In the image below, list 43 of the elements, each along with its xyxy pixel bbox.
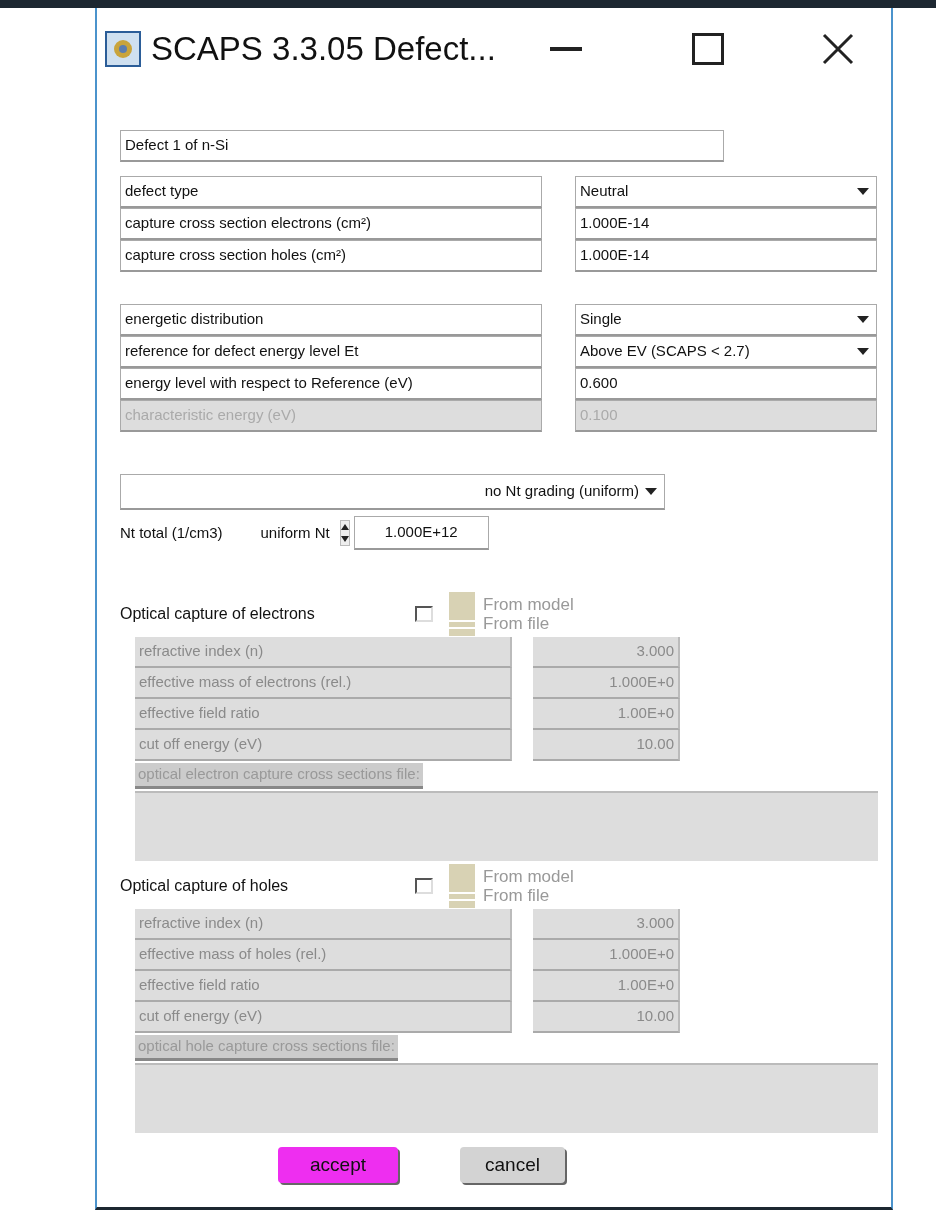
input-field[interactable]: 1.000E-14	[575, 240, 877, 272]
parameter-label: effective field ratio	[135, 971, 512, 1002]
dropdown[interactable]: Above EV (SCAPS < 2.7)	[575, 336, 877, 368]
input-field[interactable]: 1.000E+12	[353, 516, 489, 550]
app-icon	[105, 31, 141, 67]
parameter-label: effective mass of holes (rel.)	[135, 940, 512, 971]
input-field[interactable]: 1.000E-14	[575, 208, 877, 240]
cancel-button[interactable]: cancel	[460, 1147, 565, 1183]
parameter-label: cut off energy (eV)	[135, 1002, 512, 1033]
parameter-label: effective field ratio	[135, 699, 512, 730]
caret-icon	[857, 348, 869, 355]
parameter-label: energy level with respect to Reference (eV)	[120, 368, 542, 400]
caret-icon	[857, 316, 869, 323]
caret-icon	[857, 188, 869, 195]
parameter-label: refractive index (n)	[135, 909, 512, 940]
option-label: From file	[483, 614, 551, 633]
parameter-label: energetic distribution	[120, 304, 542, 336]
option-label: From model	[483, 595, 574, 614]
parameter-label: capture cross section holes (cm²)	[120, 240, 542, 272]
option-label: From file	[483, 886, 551, 905]
close-icon	[822, 33, 854, 65]
section-title: Optical capture of electrons	[120, 604, 316, 624]
accept-button[interactable]: accept	[278, 1147, 398, 1183]
parameter-label: reference for defect energy level Et	[120, 336, 542, 368]
parameter-label: effective mass of electrons (rel.)	[135, 668, 512, 699]
spinner-icon[interactable]	[339, 520, 350, 546]
caret-icon	[645, 488, 657, 495]
parameter-label: defect type	[120, 176, 542, 208]
dropdown[interactable]: Neutral	[575, 176, 877, 208]
window-title: SCAPS 3.3.05 Defect...	[151, 29, 497, 70]
input-field[interactable]: 0.600	[575, 368, 877, 400]
nt-label: Nt total (1/cm3)	[120, 522, 223, 543]
name-field[interactable]: Defect 1 of n-Si	[120, 130, 724, 162]
dropdown[interactable]: Single	[575, 304, 877, 336]
parameter-label: cut off energy (eV)	[135, 730, 512, 761]
minimize-icon	[550, 47, 582, 51]
parameter-label: refractive index (n)	[135, 637, 512, 668]
parameter-label: capture cross section electrons (cm²)	[120, 208, 542, 240]
grading-dropdown[interactable]: no Nt grading (uniform)	[120, 474, 665, 510]
mode-label: uniform Nt	[260, 522, 330, 543]
section-title: Optical capture of holes	[120, 876, 290, 896]
option-label: From model	[483, 867, 574, 886]
maximize-icon	[692, 33, 724, 65]
